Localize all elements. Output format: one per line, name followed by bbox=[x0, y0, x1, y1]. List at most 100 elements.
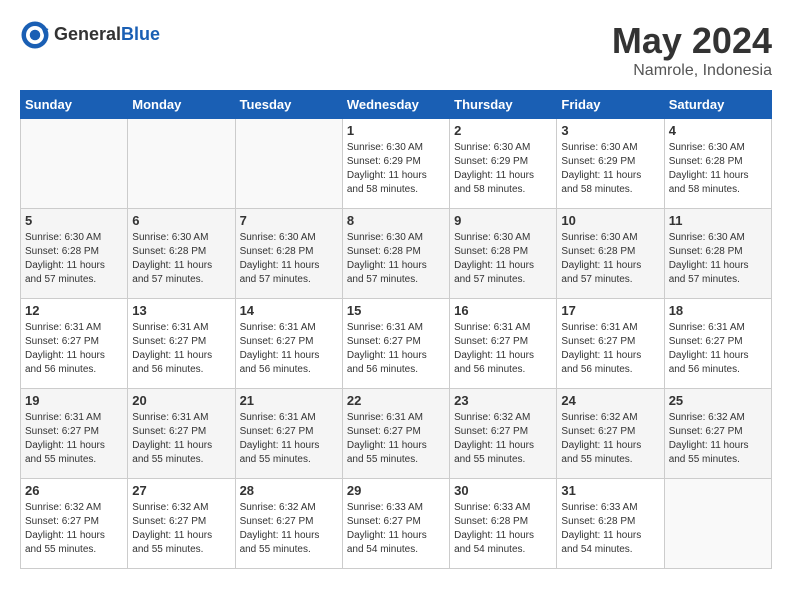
day-info: Sunrise: 6:33 AM Sunset: 6:28 PM Dayligh… bbox=[561, 501, 659, 557]
calendar-cell: 7Sunrise: 6:30 AM Sunset: 6:28 PM Daylig… bbox=[235, 209, 342, 299]
header-friday: Friday bbox=[557, 91, 664, 119]
day-info: Sunrise: 6:31 AM Sunset: 6:27 PM Dayligh… bbox=[240, 321, 338, 377]
calendar-cell: 25Sunrise: 6:32 AM Sunset: 6:27 PM Dayli… bbox=[664, 389, 771, 479]
header-monday: Monday bbox=[128, 91, 235, 119]
calendar-cell: 31 Sunrise: 6:33 AM Sunset: 6:28 PM Dayli… bbox=[557, 479, 664, 569]
month-year: May 2024 bbox=[612, 20, 772, 62]
header-sunday: Sunday bbox=[21, 91, 128, 119]
day-info: Sunrise: 6:32 AM Sunset: 6:27 PM Dayligh… bbox=[561, 411, 659, 467]
day-info: Sunrise: 6:32 AM Sunset: 6:27 PM Dayligh… bbox=[240, 501, 338, 557]
day-number: 19 bbox=[25, 393, 123, 408]
calendar-cell bbox=[128, 119, 235, 209]
calendar-cell: 3 Sunrise: 6:30 AM Sunset: 6:29 PM Daylig… bbox=[557, 119, 664, 209]
day-number: 3 bbox=[561, 123, 659, 138]
day-info: Sunrise: 6:32 AM Sunset: 6:27 PM Dayligh… bbox=[454, 411, 552, 467]
day-number: 10 bbox=[561, 213, 659, 228]
day-number: 13 bbox=[132, 303, 230, 318]
day-number: 28 bbox=[240, 483, 338, 498]
day-info: Sunrise: 6:30 AM Sunset: 6:28 PM Dayligh… bbox=[454, 231, 552, 287]
day-info: Sunrise: 6:31 AM Sunset: 6:27 PM Dayligh… bbox=[347, 321, 445, 377]
day-number: 15 bbox=[347, 303, 445, 318]
day-number: 31 bbox=[561, 483, 659, 498]
calendar-cell: 5 Sunrise: 6:30 AM Sunset: 6:28 PM Daylig… bbox=[21, 209, 128, 299]
calendar-cell: 20Sunrise: 6:31 AM Sunset: 6:27 PM Dayli… bbox=[128, 389, 235, 479]
calendar-cell: 17Sunrise: 6:31 AM Sunset: 6:27 PM Dayli… bbox=[557, 299, 664, 389]
calendar-cell: 18Sunrise: 6:31 AM Sunset: 6:27 PM Dayli… bbox=[664, 299, 771, 389]
calendar-cell: 23 Sunrise: 6:32 AM Sunset: 6:27 PM Dayli… bbox=[450, 389, 557, 479]
day-number: 5 bbox=[25, 213, 123, 228]
day-number: 30 bbox=[454, 483, 552, 498]
day-info: Sunrise: 6:33 AM Sunset: 6:28 PM Dayligh… bbox=[454, 501, 552, 557]
calendar-table: Sunday Monday Tuesday Wednesday Thursday… bbox=[20, 90, 772, 569]
day-number: 23 bbox=[454, 393, 552, 408]
calendar-cell: 10 Sunrise: 6:30 AM Sunset: 6:28 PM Dayli… bbox=[557, 209, 664, 299]
day-info: Sunrise: 6:31 AM Sunset: 6:27 PM Dayligh… bbox=[25, 411, 123, 467]
header-saturday: Saturday bbox=[664, 91, 771, 119]
day-number: 14 bbox=[240, 303, 338, 318]
day-info: Sunrise: 6:33 AM Sunset: 6:27 PM Dayligh… bbox=[347, 501, 445, 557]
logo-general: GeneralBlue bbox=[54, 25, 160, 45]
calendar-cell bbox=[21, 119, 128, 209]
header-thursday: Thursday bbox=[450, 91, 557, 119]
logo-icon bbox=[20, 20, 50, 50]
day-number: 2 bbox=[454, 123, 552, 138]
day-info: Sunrise: 6:32 AM Sunset: 6:27 PM Dayligh… bbox=[669, 411, 767, 467]
calendar-cell: 30 Sunrise: 6:33 AM Sunset: 6:28 PM Dayli… bbox=[450, 479, 557, 569]
calendar-cell: 27Sunrise: 6:32 AM Sunset: 6:27 PM Dayli… bbox=[128, 479, 235, 569]
day-number: 21 bbox=[240, 393, 338, 408]
calendar-header-row: Sunday Monday Tuesday Wednesday Thursday… bbox=[21, 91, 772, 119]
calendar-cell: 26 Sunrise: 6:32 AM Sunset: 6:27 PM Dayli… bbox=[21, 479, 128, 569]
day-info: Sunrise: 6:31 AM Sunset: 6:27 PM Dayligh… bbox=[561, 321, 659, 377]
calendar-cell: 21Sunrise: 6:31 AM Sunset: 6:27 PM Dayli… bbox=[235, 389, 342, 479]
calendar-cell bbox=[235, 119, 342, 209]
calendar-cell: 24 Sunrise: 6:32 AM Sunset: 6:27 PM Dayli… bbox=[557, 389, 664, 479]
day-number: 7 bbox=[240, 213, 338, 228]
calendar-cell: 13 Sunrise: 6:31 AM Sunset: 6:27 PM Dayli… bbox=[128, 299, 235, 389]
day-info: Sunrise: 6:31 AM Sunset: 6:27 PM Dayligh… bbox=[25, 321, 123, 377]
header-wednesday: Wednesday bbox=[342, 91, 449, 119]
calendar-cell: 9 Sunrise: 6:30 AM Sunset: 6:28 PM Daylig… bbox=[450, 209, 557, 299]
calendar-cell: 14 Sunrise: 6:31 AM Sunset: 6:27 PM Dayli… bbox=[235, 299, 342, 389]
day-number: 4 bbox=[669, 123, 767, 138]
calendar-week-row: 12 Sunrise: 6:31 AM Sunset: 6:27 PM Dayli… bbox=[21, 299, 772, 389]
calendar-cell: 8 Sunrise: 6:30 AM Sunset: 6:28 PM Daylig… bbox=[342, 209, 449, 299]
day-info: Sunrise: 6:30 AM Sunset: 6:29 PM Dayligh… bbox=[347, 141, 445, 197]
calendar-cell: 2 Sunrise: 6:30 AM Sunset: 6:29 PM Daylig… bbox=[450, 119, 557, 209]
calendar-cell: 28 Sunrise: 6:32 AM Sunset: 6:27 PM Dayli… bbox=[235, 479, 342, 569]
day-info: Sunrise: 6:30 AM Sunset: 6:29 PM Dayligh… bbox=[561, 141, 659, 197]
day-number: 24 bbox=[561, 393, 659, 408]
day-info: Sunrise: 6:30 AM Sunset: 6:28 PM Dayligh… bbox=[669, 141, 767, 197]
day-number: 29 bbox=[347, 483, 445, 498]
day-info: Sunrise: 6:32 AM Sunset: 6:27 PM Dayligh… bbox=[132, 501, 230, 557]
calendar-cell bbox=[664, 479, 771, 569]
calendar-cell: 29 Sunrise: 6:33 AM Sunset: 6:27 PM Dayli… bbox=[342, 479, 449, 569]
day-info: Sunrise: 6:30 AM Sunset: 6:28 PM Dayligh… bbox=[669, 231, 767, 287]
day-info: Sunrise: 6:32 AM Sunset: 6:27 PM Dayligh… bbox=[25, 501, 123, 557]
calendar-cell: 12 Sunrise: 6:31 AM Sunset: 6:27 PM Dayli… bbox=[21, 299, 128, 389]
day-info: Sunrise: 6:30 AM Sunset: 6:29 PM Dayligh… bbox=[454, 141, 552, 197]
calendar-cell: 11 Sunrise: 6:30 AM Sunset: 6:28 PM Dayli… bbox=[664, 209, 771, 299]
calendar-cell: 15 Sunrise: 6:31 AM Sunset: 6:27 PM Dayli… bbox=[342, 299, 449, 389]
day-number: 6 bbox=[132, 213, 230, 228]
day-info: Sunrise: 6:31 AM Sunset: 6:27 PM Dayligh… bbox=[132, 321, 230, 377]
day-number: 9 bbox=[454, 213, 552, 228]
day-info: Sunrise: 6:31 AM Sunset: 6:27 PM Dayligh… bbox=[347, 411, 445, 467]
day-info: Sunrise: 6:30 AM Sunset: 6:28 PM Dayligh… bbox=[561, 231, 659, 287]
calendar-cell: 4 Sunrise: 6:30 AM Sunset: 6:28 PM Daylig… bbox=[664, 119, 771, 209]
logo: GeneralBlue bbox=[20, 20, 160, 50]
day-number: 20 bbox=[132, 393, 230, 408]
calendar-cell: 1Sunrise: 6:30 AM Sunset: 6:29 PM Daylig… bbox=[342, 119, 449, 209]
day-number: 8 bbox=[347, 213, 445, 228]
calendar-week-row: 1Sunrise: 6:30 AM Sunset: 6:29 PM Daylig… bbox=[21, 119, 772, 209]
day-number: 16 bbox=[454, 303, 552, 318]
day-number: 12 bbox=[25, 303, 123, 318]
day-info: Sunrise: 6:31 AM Sunset: 6:27 PM Dayligh… bbox=[454, 321, 552, 377]
location: Namrole, Indonesia bbox=[612, 62, 772, 80]
day-info: Sunrise: 6:30 AM Sunset: 6:28 PM Dayligh… bbox=[25, 231, 123, 287]
day-number: 26 bbox=[25, 483, 123, 498]
calendar-cell: 22Sunrise: 6:31 AM Sunset: 6:27 PM Dayli… bbox=[342, 389, 449, 479]
day-number: 11 bbox=[669, 213, 767, 228]
calendar-cell: 6Sunrise: 6:30 AM Sunset: 6:28 PM Daylig… bbox=[128, 209, 235, 299]
day-info: Sunrise: 6:30 AM Sunset: 6:28 PM Dayligh… bbox=[347, 231, 445, 287]
page-header: GeneralBlue May 2024 Namrole, Indonesia bbox=[20, 20, 772, 80]
